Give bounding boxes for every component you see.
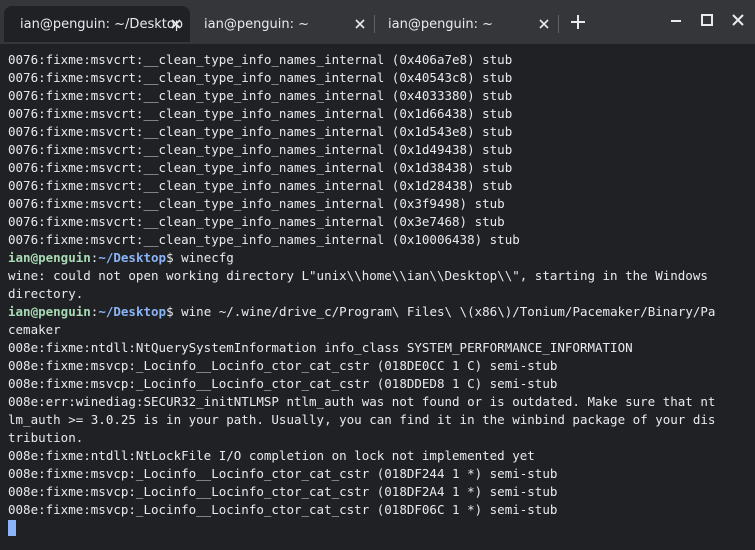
output-line: directory. — [8, 286, 84, 301]
output-line: 008e:fixme:ntdll:NtQuerySystemInformatio… — [8, 340, 633, 355]
prompt-sigil: $ — [166, 304, 182, 319]
prompt-user: ian@penguin — [8, 250, 91, 265]
output-line: 0076:fixme:msvcrt:__clean_type_info_name… — [8, 232, 520, 247]
tab-title: ian@penguin: ~ — [388, 16, 494, 32]
plus-icon[interactable] — [569, 13, 587, 31]
output-line: tribution. — [8, 430, 84, 445]
output-line: 0076:fixme:msvcrt:__clean_type_info_name… — [8, 196, 505, 211]
output-line: 008e:fixme:msvcp:_Locinfo__Locinfo_ctor_… — [8, 358, 558, 373]
command-text: winecfg — [181, 250, 234, 265]
output-line: wine: could not open working directory L… — [8, 268, 708, 283]
output-line: 0076:fixme:msvcrt:__clean_type_info_name… — [8, 124, 513, 139]
prompt-sigil: $ — [166, 250, 182, 265]
tab-desktop[interactable]: ian@penguin: ~/Desktop — [4, 6, 190, 42]
close-icon[interactable] — [352, 16, 368, 32]
command-text: wine ~/.wine/drive_c/Program\ Files\ \(x… — [181, 304, 716, 319]
output-line: 008e:err:winediag:SECUR32_initNTLMSP ntl… — [8, 394, 716, 409]
tab-title: ian@penguin: ~/Desktop — [20, 16, 184, 32]
tab-separator — [558, 15, 559, 33]
output-line: 008e:fixme:msvcp:_Locinfo__Locinfo_ctor_… — [8, 502, 558, 517]
output-line: 0076:fixme:msvcrt:__clean_type_info_name… — [8, 106, 513, 121]
close-icon[interactable] — [168, 16, 184, 32]
close-window-icon[interactable] — [730, 12, 746, 28]
output-line: 008e:fixme:ntdll:NtLockFile I/O completi… — [8, 448, 535, 463]
prompt-path: ~/Desktop — [98, 250, 167, 265]
output-line: 0076:fixme:msvcrt:__clean_type_info_name… — [8, 160, 513, 175]
prompt-line: ian@penguin:~/Desktop$ winecfg — [8, 249, 748, 267]
output-line: 0076:fixme:msvcrt:__clean_type_info_name… — [8, 52, 513, 67]
output-line: 0076:fixme:msvcrt:__clean_type_info_name… — [8, 178, 513, 193]
maximize-icon[interactable] — [699, 12, 715, 28]
tab-title: ian@penguin: ~ — [204, 16, 310, 32]
minimize-icon[interactable] — [668, 12, 684, 28]
output-line: 0076:fixme:msvcrt:__clean_type_info_name… — [8, 88, 513, 103]
prompt-path: ~/Desktop — [98, 304, 167, 319]
output-line: 0076:fixme:msvcrt:__clean_type_info_name… — [8, 70, 513, 85]
prompt-line: ian@penguin:~/Desktop$ wine ~/.wine/driv… — [8, 303, 748, 321]
close-icon[interactable] — [536, 16, 552, 32]
output-line: lm_auth >= 3.0.25 is in your path. Usual… — [8, 412, 716, 427]
prompt-user: ian@penguin — [8, 304, 91, 319]
output-line: 0076:fixme:msvcrt:__clean_type_info_name… — [8, 214, 505, 229]
output-line: 008e:fixme:msvcp:_Locinfo__Locinfo_ctor_… — [8, 466, 558, 481]
output-line: 008e:fixme:msvcp:_Locinfo__Locinfo_ctor_… — [8, 484, 558, 499]
text-cursor — [8, 520, 16, 536]
tab-home-2[interactable]: ian@penguin: ~ — [372, 6, 558, 42]
cursor-line — [8, 519, 748, 537]
output-line: cemaker — [8, 322, 61, 337]
output-line: 0076:fixme:msvcrt:__clean_type_info_name… — [8, 142, 513, 157]
tab-bar: ian@penguin: ~/Desktop ian@penguin: ~ ia… — [0, 0, 755, 44]
tab-home[interactable]: ian@penguin: ~ — [188, 6, 374, 42]
terminal-output[interactable]: 0076:fixme:msvcrt:__clean_type_info_name… — [0, 44, 755, 550]
output-line: 008e:fixme:msvcp:_Locinfo__Locinfo_ctor_… — [8, 376, 558, 391]
